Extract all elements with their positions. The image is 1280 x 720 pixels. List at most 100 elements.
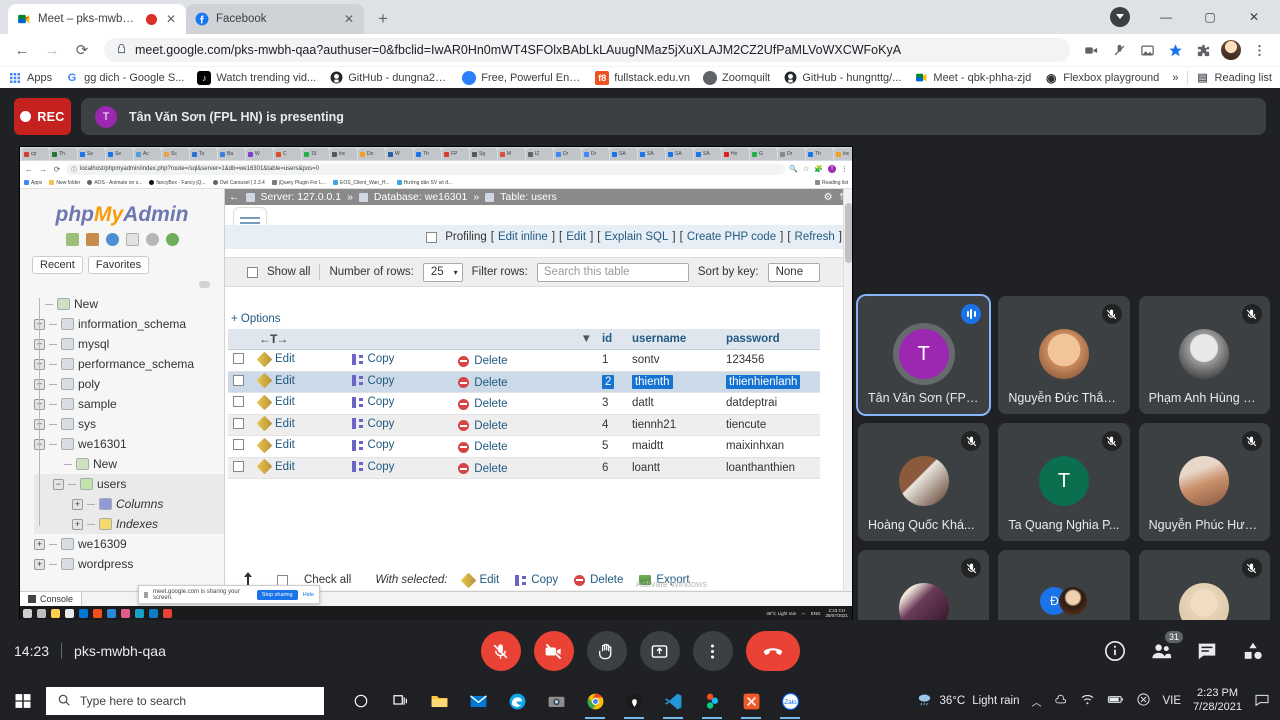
language-indicator[interactable]: ENG	[811, 611, 821, 616]
inner-bookmark-star-icon[interactable]: ☆	[803, 165, 809, 173]
cell-id[interactable]: 6	[596, 457, 627, 479]
show-everyone-button[interactable]: 31	[1148, 631, 1183, 664]
hide-toast-button[interactable]: Hide	[303, 592, 314, 598]
task-view-icon[interactable]	[37, 608, 46, 618]
inner-tab[interactable]: W	[246, 148, 273, 160]
explain-sql-link[interactable]: Explain SQL	[604, 231, 668, 243]
inner-bookmark[interactable]: EOS_Client_Wan_H...	[333, 180, 390, 186]
row-checkbox[interactable]	[233, 460, 244, 472]
table-row-selected[interactable]: Edit Copy Delete 2 thienth thienhienlanh	[228, 371, 820, 393]
breadcrumb-database[interactable]: Database: we16301	[374, 191, 467, 203]
edge-icon[interactable]	[504, 682, 530, 720]
inner-tab[interactable]: Th	[806, 148, 833, 160]
tree-item-sys[interactable]: +sys	[34, 414, 224, 434]
row-edit-cell[interactable]: Edit	[254, 349, 347, 372]
row-checkbox[interactable]	[233, 374, 244, 386]
figma-icon[interactable]	[699, 682, 725, 720]
store-icon[interactable]	[107, 608, 116, 618]
tree-item-sample[interactable]: +sample	[34, 394, 224, 414]
row-checkbox[interactable]	[233, 439, 244, 451]
shared-screen-view[interactable]: cp Th Se Se Ac Sc To Ba W C 15 loc Do W …	[20, 147, 852, 620]
cell-id[interactable]: 1	[596, 349, 627, 372]
zalo-icon[interactable]: Zalo	[777, 682, 803, 720]
participant-tile-hoang-quoc-khanh[interactable]: Hoàng Quốc Khá...	[858, 423, 990, 541]
settings-gear-icon[interactable]	[145, 233, 159, 246]
inner-tab[interactable]: Ba	[218, 148, 245, 160]
bookmark-github-hungnttg[interactable]: GitHub - hungnttg/...	[783, 70, 901, 85]
notes-icon[interactable]	[65, 608, 74, 618]
participant-tile-ta-quang-nghia[interactable]: T Ta Quang Nghia P...	[998, 423, 1130, 541]
reading-list-button[interactable]: ▤ Reading list	[1196, 71, 1272, 85]
tree-item-wordpress[interactable]: + wordpress	[34, 554, 224, 574]
inner-tab[interactable]: Dr	[778, 148, 805, 160]
bookmark-gg-dich[interactable]: G gg dich - Google S...	[65, 70, 184, 85]
task-view-icon[interactable]	[387, 682, 413, 720]
tray-chevron-icon[interactable]: ︿	[1032, 694, 1042, 709]
row-copy-cell[interactable]: Copy	[346, 457, 454, 479]
participant-tile-nguyen-phuc-hung[interactable]: Nguyễn Phúc Hưn...	[1138, 423, 1270, 541]
cell-username[interactable]: tiennh21	[626, 414, 721, 436]
reload-button[interactable]: ⟳	[68, 36, 96, 64]
table-row[interactable]: Edit Copy Delete 4 tiennh21 tiencute	[228, 414, 820, 436]
inner-tab[interactable]: SA	[610, 148, 637, 160]
expander-icon[interactable]: +	[72, 498, 83, 510]
cell-password[interactable]: thienhienlanh	[720, 371, 820, 393]
stop-sharing-button[interactable]: Stop sharing	[256, 589, 298, 600]
bookmark-english[interactable]: Free, Powerful Engli...	[462, 70, 582, 85]
row-delete-cell[interactable]: Delete	[453, 392, 573, 415]
chrome-icon[interactable]	[582, 682, 608, 720]
docs-icon[interactable]	[125, 233, 139, 246]
cell-id[interactable]: 4	[596, 414, 627, 436]
row-edit-cell[interactable]: Edit	[254, 371, 347, 393]
row-delete-cell[interactable]: Delete	[453, 435, 573, 458]
tree-item-information-schema[interactable]: +information_schema	[34, 314, 224, 334]
file-explorer-icon[interactable]	[426, 682, 452, 720]
onedrive-icon[interactable]	[1054, 693, 1068, 710]
inner-tab[interactable]: SA	[638, 148, 665, 160]
language-indicator[interactable]: VIE	[1163, 695, 1182, 707]
inner-avatar[interactable]: T	[828, 165, 836, 173]
wifi-icon[interactable]	[1080, 692, 1095, 710]
browser-tab-meet[interactable]: Meet – pks-mwbh-qaa ✕	[8, 4, 186, 34]
inner-tab[interactable]: To	[190, 148, 217, 160]
battery-icon[interactable]	[1107, 691, 1124, 711]
more-options-button[interactable]	[692, 631, 733, 671]
inner-tab[interactable]: SA	[666, 148, 693, 160]
browser-tab-facebook[interactable]: Facebook ✕	[186, 4, 364, 34]
mail-icon[interactable]	[79, 608, 88, 618]
row-checkbox-cell[interactable]	[228, 457, 254, 479]
console-tab[interactable]: Console	[20, 592, 83, 606]
tree-item-we16301[interactable]: −we16301	[34, 434, 224, 454]
breadcrumb-table[interactable]: Table: users	[500, 191, 557, 203]
filter-rows-input-top[interactable]: Search this table	[536, 262, 689, 282]
tree-item-columns[interactable]: + Columns	[34, 494, 224, 514]
cortana-icon[interactable]	[348, 682, 374, 720]
mic-blocked-icon[interactable]	[1106, 37, 1132, 63]
table-row[interactable]: Edit Copy Delete 6 loantt loanthanthien	[228, 457, 820, 479]
close-window-button[interactable]: ✕	[1232, 2, 1276, 32]
inner-forward-button[interactable]: →	[38, 165, 48, 174]
inner-tab[interactable]: 15	[302, 148, 329, 160]
row-edit-cell[interactable]: Edit	[254, 414, 347, 436]
search-input[interactable]: Type here to search	[46, 687, 324, 715]
bulk-copy-button[interactable]: Copy	[515, 574, 558, 586]
new-tab-button[interactable]: +	[370, 6, 396, 32]
inner-tab[interactable]: Sc	[162, 148, 189, 160]
cell-id[interactable]: 3	[596, 392, 627, 415]
options-toggle[interactable]: + Options	[231, 313, 281, 325]
create-php-code-link[interactable]: Create PHP code	[687, 231, 776, 243]
address-bar[interactable]: meet.google.com/pks-mwbh-qaa?authuser=0&…	[104, 38, 1070, 62]
leave-call-button[interactable]	[745, 631, 800, 671]
vscode-icon[interactable]	[660, 682, 686, 720]
bookmark-github-dungna[interactable]: GitHub - dungna29...	[329, 70, 449, 85]
inner-tab[interactable]: loc	[330, 148, 357, 160]
row-edit-cell[interactable]: Edit	[254, 435, 347, 458]
row-copy-cell[interactable]: Copy	[346, 435, 454, 458]
exit-icon[interactable]	[85, 233, 99, 246]
tree-item-new[interactable]: New	[34, 294, 224, 314]
row-edit-cell[interactable]: Edit	[254, 392, 347, 415]
inner-bookmark[interactable]: Hướng dẫn SV số đ...	[396, 180, 452, 186]
participant-tile-nguyen-duc-thang[interactable]: Nguyễn Đức Thắn...	[998, 296, 1130, 414]
screen-share-camera-icon[interactable]	[1078, 37, 1104, 63]
avatar[interactable]	[1218, 37, 1244, 63]
